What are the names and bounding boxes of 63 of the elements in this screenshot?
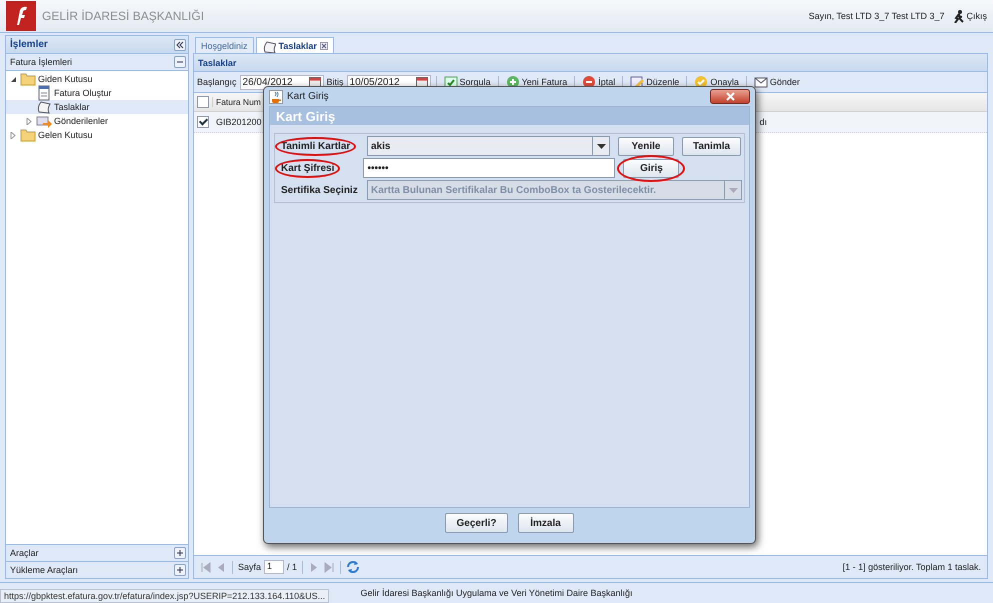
tree-item[interactable]: Giden Kutusu — [6, 72, 188, 86]
refresh-icon[interactable] — [346, 560, 360, 574]
section-title[interactable]: Araçlar — [10, 548, 39, 558]
paper-icon — [262, 38, 276, 52]
tree-item[interactable]: Taslaklar — [6, 100, 188, 114]
column-header[interactable]: Fatura Num — [212, 97, 261, 107]
password-field[interactable]: •••••• — [363, 158, 616, 178]
dialog-button[interactable]: Tanimla — [682, 136, 742, 156]
tree-item[interactable]: Fatura Oluştur — [6, 86, 188, 100]
tab[interactable]: Taslaklar — [256, 37, 334, 53]
paper-icon — [36, 99, 52, 115]
table-cell-text: GIB201200 — [215, 117, 262, 127]
mail-icon — [754, 75, 768, 89]
running-figure-icon — [952, 10, 964, 22]
logo-icon — [6, 1, 36, 31]
field-label: Bitiş — [326, 77, 344, 87]
dialog-title: Kart Giriş — [287, 91, 329, 102]
dropdown-arrow-icon — [728, 188, 738, 192]
tree-item[interactable]: Gönderilenler — [6, 114, 188, 128]
user-greeting: Sayın, Test LTD 3_7 Test LTD 3_7 — [808, 11, 944, 21]
dialog-button[interactable]: İmzala — [518, 513, 574, 533]
double-chevron-icon — [176, 40, 184, 48]
page-count: / 1 — [287, 562, 298, 572]
tab[interactable]: Hoşgeldiniz — [195, 37, 254, 53]
select-all-checkbox[interactable] — [197, 96, 209, 108]
collapse-button[interactable] — [174, 38, 186, 50]
panel-title: Taslaklar — [194, 54, 987, 72]
plus-icon — [176, 549, 184, 557]
close-icon — [726, 92, 734, 101]
expand-button[interactable] — [174, 564, 186, 576]
row-checkbox[interactable] — [197, 116, 209, 128]
toolbar-button[interactable]: Gönder — [752, 74, 802, 90]
footer-text: Gelir İdaresi Başkanlığı Uygulama ve Veri Yönetimi Daire Başkanlığı — [360, 588, 632, 598]
sidebar-title: İşlemler — [10, 39, 48, 50]
dialog-button[interactable]: Geçerli? — [445, 513, 508, 533]
field-label: Tanimli Kartlar — [281, 140, 350, 152]
table-cell-text: dı — [758, 117, 767, 127]
java-cup-icon — [269, 90, 283, 104]
plus-icon — [176, 566, 184, 574]
field-label: Sertifika Seçiniz — [281, 184, 358, 196]
paging-summary: [1 - 1] gösteriliyor. Toplam 1 taslak. — [842, 562, 981, 572]
close-button[interactable] — [710, 89, 750, 104]
field-label: Kart Şifresi — [281, 162, 334, 174]
collapse-button[interactable] — [174, 56, 186, 68]
dialog-heading: Kart Giriş — [270, 107, 749, 125]
dropdown-arrow-icon — [596, 144, 606, 148]
document-icon — [36, 85, 52, 101]
dialog-button[interactable]: Giriş — [623, 158, 680, 178]
field-label: Başlangıç — [197, 77, 237, 87]
folder-icon — [20, 127, 36, 143]
expand-button[interactable] — [174, 547, 186, 559]
calendar-icon — [416, 76, 428, 88]
close-icon[interactable] — [320, 42, 328, 50]
tree-item[interactable]: Gelen Kutusu — [6, 128, 188, 142]
page-field[interactable]: 1 — [264, 560, 284, 574]
dropdown: Kartta Bulunan Sertifikalar Bu ComboBox ta Gosterilecektir. — [367, 180, 742, 200]
page-label: Sayfa — [238, 562, 262, 572]
dropdown[interactable]: akis — [367, 136, 610, 156]
dialog-button[interactable]: Yenile — [618, 136, 674, 156]
status-url: https://gbpktest.efatura.gov.tr/efatura/index.jsp?USERIP=212.133.164.110&US... — [0, 589, 330, 603]
logout-link[interactable]: Çıkış — [952, 10, 987, 22]
site-title: GELİR İDARESİ BAŞKANLIĞI — [42, 9, 204, 23]
calendar-icon — [308, 76, 321, 88]
